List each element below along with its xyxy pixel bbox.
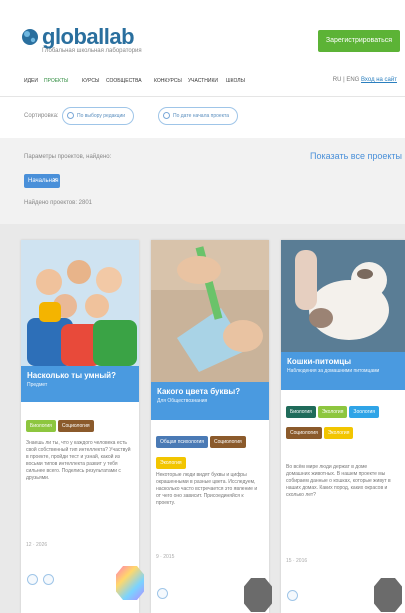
like-button[interactable] [157, 588, 168, 599]
logo-tagline: Глобальная школьная лаборатория [42, 48, 142, 54]
card-tags: Биология Социология [26, 414, 136, 435]
card-description: Некоторые люди видят буквы и цифры окраш… [156, 472, 258, 506]
tag[interactable]: Биология [286, 406, 316, 418]
project-card[interactable]: Какого цвета буквы? Для Обществознания О… [151, 240, 269, 613]
tag[interactable]: Экология [156, 457, 186, 469]
nav-item-members[interactable]: Участники [188, 78, 218, 84]
nav-item-schools[interactable]: Школы [226, 78, 245, 84]
register-button[interactable]: Зарегистрироваться [318, 30, 400, 52]
project-image [281, 240, 405, 352]
nav-item-courses[interactable]: Курсы [82, 78, 99, 84]
card-subtitle: Для Обществознания [157, 398, 208, 404]
found-count: Найдено проектов: 2801 [24, 200, 93, 206]
filter-panel: Параметры проектов, найдено: Показать вс… [0, 138, 405, 224]
card-title[interactable]: Какого цвета буквы? [157, 387, 263, 396]
card-tags: Биология Экология ЗоологияСоциология Эколог… [286, 400, 396, 442]
show-all-projects-link[interactable]: Показать все проекты [310, 151, 402, 161]
project-image [151, 240, 269, 382]
avatar[interactable] [374, 578, 402, 612]
sort-option-label: По дате начала проекта [173, 113, 229, 119]
tag[interactable]: Экология [323, 427, 354, 439]
header: globallab Глобальная школьная лаборатори… [0, 0, 405, 72]
filter-chip[interactable]: Начальная × [24, 174, 60, 188]
card-title-bar: Какого цвета буквы? Для Обществознания [151, 382, 269, 420]
nav-item-communities[interactable]: Сообщества [106, 78, 142, 84]
card-title-bar: Кошки-питомцы Наблюдения за домашними пи… [281, 352, 405, 390]
search-icon [163, 112, 170, 119]
card-meta: 9 · 2015 [156, 554, 175, 560]
card-subtitle: Наблюдения за домашними питомцами [287, 368, 380, 374]
login-link[interactable]: Вход на сайт [361, 77, 397, 83]
sort-editors-choice-button[interactable]: По выбору редакции [62, 107, 134, 125]
card-title[interactable]: Насколько ты умный? [27, 371, 133, 380]
tag[interactable]: Социология [209, 436, 246, 448]
sort-option-label: По выбору редакции [77, 113, 126, 119]
divider [0, 96, 405, 97]
card-tags: Общая психология Социология Экология [156, 430, 266, 472]
card-description: Во всём мире люди держат в доме домашних… [286, 464, 391, 498]
avatar[interactable] [116, 566, 144, 600]
nav-item-projects[interactable]: Проекты [44, 78, 68, 84]
sort-label: Сортировка: [24, 113, 59, 119]
tag[interactable]: Зоология [349, 406, 379, 418]
card-subtitle: Предмет [27, 382, 48, 388]
tag[interactable]: Экология [317, 406, 348, 418]
like-button[interactable] [27, 574, 38, 585]
project-card[interactable]: Кошки-питомцы Наблюдения за домашними пи… [281, 240, 405, 613]
nav-item-contests[interactable]: Конкурсы [154, 78, 182, 84]
share-button[interactable] [43, 574, 54, 585]
main-nav: Идеи Проекты Курсы Сообщества Конкурсы У… [0, 72, 405, 92]
project-image [21, 240, 139, 366]
site-logo[interactable]: globallab Глобальная школьная лаборатори… [20, 24, 170, 60]
sort-row: Сортировка: По выбору редакции По дате н… [0, 104, 405, 130]
tag[interactable]: Социология [57, 420, 94, 432]
nav-item-ideas[interactable]: Идеи [24, 78, 38, 84]
close-icon[interactable]: × [53, 174, 57, 188]
card-meta: 15 · 2016 [286, 558, 308, 564]
card-meta: 12 · 2026 [26, 542, 48, 548]
card-title-bar: Насколько ты умный? Предмет [21, 366, 139, 402]
globe-icon [22, 29, 38, 45]
tag[interactable]: Социология [286, 427, 322, 439]
nav-right: RU | ENG Вход на сайт [333, 77, 397, 83]
language-switch[interactable]: RU | ENG [333, 77, 360, 83]
sort-by-date-button[interactable]: По дате начала проекта [158, 107, 238, 125]
filter-label: Параметры проектов, найдено: [24, 154, 112, 160]
avatar[interactable] [244, 578, 272, 612]
logo-text: globallab [42, 24, 135, 49]
card-description: Знаешь ли ты, что у каждого человека ест… [26, 440, 131, 481]
tag[interactable]: Общая психология [156, 436, 208, 448]
check-icon [67, 112, 74, 119]
project-card[interactable]: Насколько ты умный? Предмет Биология Соци… [21, 240, 139, 613]
card-title[interactable]: Кошки-питомцы [287, 357, 399, 366]
tag[interactable]: Биология [26, 420, 56, 432]
like-button[interactable] [287, 590, 298, 601]
